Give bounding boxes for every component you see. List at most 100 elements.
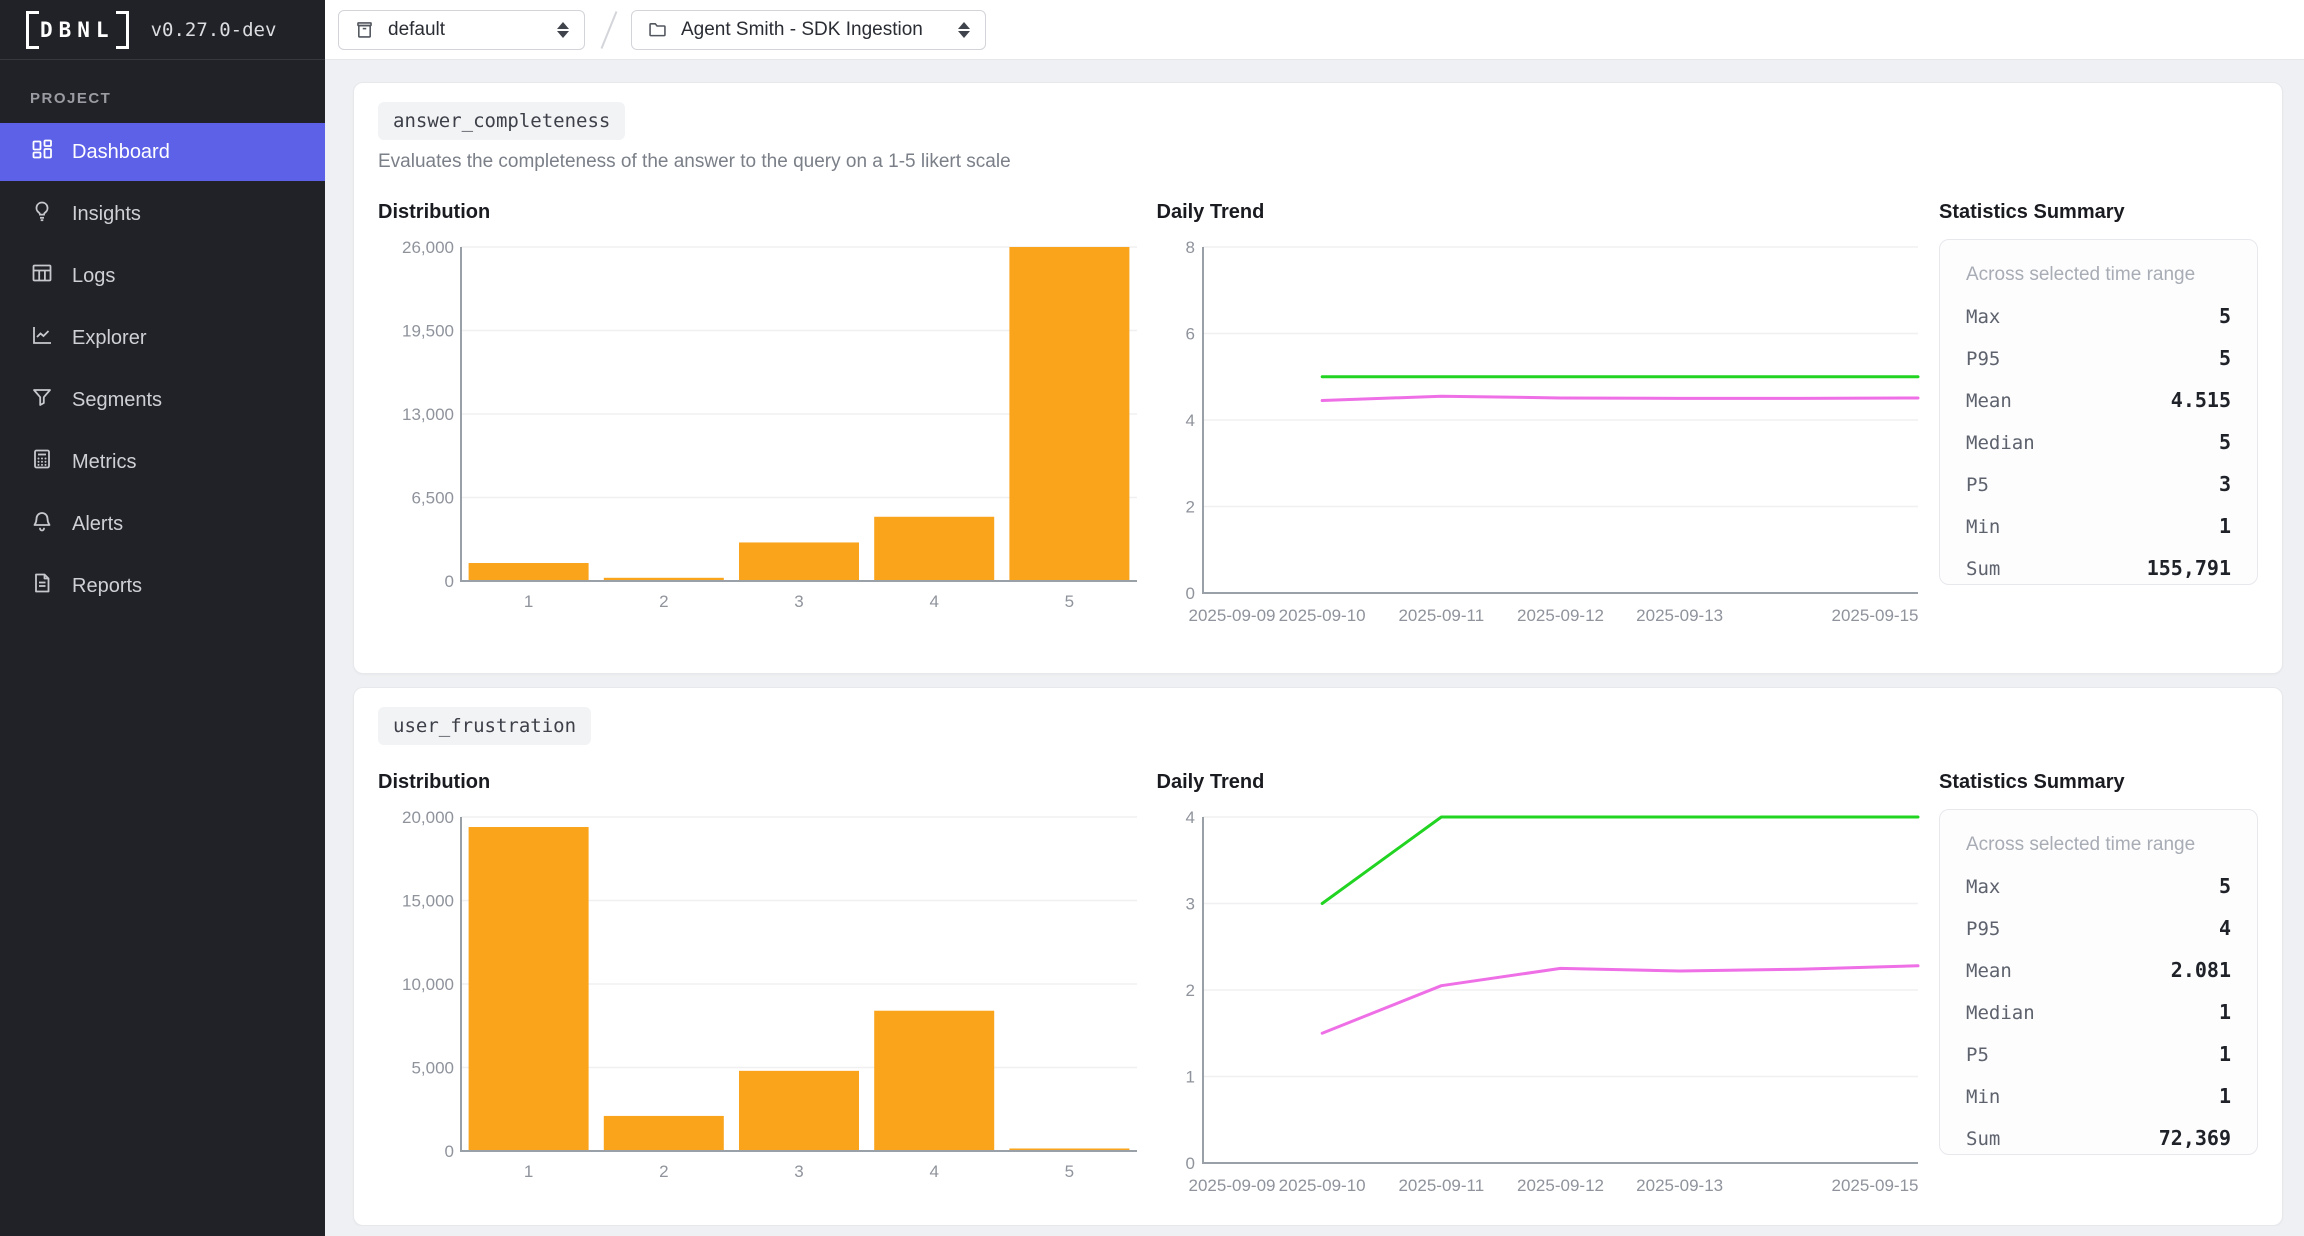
stat-label: Median (1966, 432, 2035, 454)
archive-box-icon (354, 19, 375, 40)
stat-label: P95 (1966, 918, 2000, 940)
stat-value: 3 (2219, 472, 2231, 496)
topbar: default Agent Smith - SDK Ingestion (325, 0, 2304, 60)
stats-summary-title: Statistics Summary (1939, 201, 2258, 224)
svg-text:2025-09-10: 2025-09-10 (1278, 606, 1365, 625)
stat-value: 4 (2219, 916, 2231, 940)
sidebar-item-insights[interactable]: Insights (0, 185, 325, 243)
stats-summary-box: Across selected time range Max 5 P95 5 Mea… (1939, 239, 2258, 585)
metric-description: Evaluates the completeness of the answer… (378, 151, 2258, 173)
sidebar-item-explorer[interactable]: Explorer (0, 309, 325, 367)
daily-trend-chart: 012342025-09-092025-09-102025-09-112025-… (1157, 809, 1925, 1201)
project-select[interactable]: Agent Smith - SDK Ingestion (631, 10, 986, 50)
svg-text:2025-09-09: 2025-09-09 (1188, 606, 1275, 625)
sidebar-item-label: Segments (72, 389, 162, 412)
sidebar-item-label: Metrics (72, 451, 136, 474)
metric-card-answer-completeness: answer_completeness Evaluates the comple… (353, 82, 2283, 674)
stat-value: 1 (2219, 1084, 2231, 1108)
stat-row-mean: Mean 2.081 (1966, 958, 2231, 982)
lightbulb-icon (30, 199, 54, 229)
collection-select-value: default (388, 19, 530, 41)
stat-row-median: Median 5 (1966, 430, 2231, 454)
svg-text:15,000: 15,000 (402, 892, 454, 911)
stat-row-sum: Sum72,369 (1966, 1126, 2231, 1150)
sidebar-item-logs[interactable]: Logs (0, 247, 325, 305)
stat-value: 2.081 (2171, 958, 2231, 982)
stat-value: 155,791 (2147, 556, 2231, 580)
svg-text:10,000: 10,000 (402, 975, 454, 994)
svg-text:2025-09-12: 2025-09-12 (1517, 606, 1604, 625)
svg-text:2025-09-11: 2025-09-11 (1398, 1176, 1484, 1195)
svg-text:1: 1 (524, 592, 533, 611)
svg-text:4: 4 (1185, 411, 1194, 430)
svg-text:2: 2 (659, 592, 668, 611)
stat-value: 5 (2219, 304, 2231, 328)
stat-label: P5 (1966, 474, 1989, 496)
stat-label: Mean (1966, 960, 2012, 982)
stat-row-p95: P95 4 (1966, 916, 2231, 940)
stat-value: 5 (2219, 346, 2231, 370)
svg-text:2: 2 (1185, 498, 1194, 517)
svg-text:2025-09-15: 2025-09-15 (1831, 606, 1918, 625)
chart-line-icon (30, 323, 54, 353)
metric-name-pill: user_frustration (378, 707, 591, 745)
svg-text:2025-09-09: 2025-09-09 (1188, 1176, 1275, 1195)
svg-text:6: 6 (1185, 325, 1194, 344)
sidebar-item-label: Logs (72, 265, 115, 288)
stat-row-p95: P95 5 (1966, 346, 2231, 370)
select-stepper-icon (958, 22, 970, 38)
sidebar-item-alerts[interactable]: Alerts (0, 495, 325, 553)
svg-text:2025-09-11: 2025-09-11 (1398, 606, 1484, 625)
bell-icon (30, 509, 54, 539)
svg-text:3: 3 (794, 592, 803, 611)
svg-text:2025-09-12: 2025-09-12 (1517, 1176, 1604, 1195)
sidebar-header: DBNL v0.27.0-dev (0, 0, 325, 60)
stat-row-median: Median 1 (1966, 1000, 2231, 1024)
folder-icon (647, 19, 668, 40)
svg-text:4: 4 (929, 1162, 938, 1181)
collection-select[interactable]: default (338, 10, 585, 50)
stat-row-p5: P5 3 (1966, 472, 2231, 496)
svg-text:3: 3 (1185, 895, 1194, 914)
dashboard-content: answer_completeness Evaluates the comple… (325, 60, 2304, 1226)
stat-label: Mean (1966, 390, 2012, 412)
stats-summary-title: Statistics Summary (1939, 771, 2258, 794)
stat-label: Max (1966, 306, 2000, 328)
stat-value: 1 (2219, 514, 2231, 538)
svg-text:8: 8 (1185, 239, 1194, 257)
stat-label: Median (1966, 1002, 2035, 1024)
stat-value: 1 (2219, 1000, 2231, 1024)
svg-text:2025-09-15: 2025-09-15 (1831, 1176, 1918, 1195)
daily-trend-chart: 0 2 4 6 8 2025-09-092025-09-10 2025-09-11 2025-… (1157, 239, 1925, 631)
svg-text:2: 2 (1185, 981, 1194, 1000)
stats-subtitle: Across selected time range (1966, 264, 2231, 286)
stat-row-max: Max 5 (1966, 304, 2231, 328)
sidebar-item-reports[interactable]: Reports (0, 557, 325, 615)
stat-value: 5 (2219, 430, 2231, 454)
distribution-chart: 05,00010,00015,00020,00012345 (378, 809, 1142, 1194)
select-stepper-icon (557, 22, 569, 38)
svg-text:20,000: 20,000 (402, 809, 454, 827)
svg-text:0: 0 (1185, 1154, 1194, 1173)
stats-subtitle: Across selected time range (1966, 834, 2231, 856)
stat-label: P95 (1966, 348, 2000, 370)
sidebar-item-dashboard[interactable]: Dashboard (0, 123, 325, 181)
sidebar-item-metrics[interactable]: Metrics (0, 433, 325, 491)
svg-text:6,500: 6,500 (411, 489, 454, 508)
daily-trend-title: Daily Trend (1157, 201, 1925, 224)
sidebar-section-label: PROJECT (0, 60, 325, 123)
svg-text:2025-09-13: 2025-09-13 (1636, 1176, 1723, 1195)
stat-row-sum: Sum155,791 (1966, 556, 2231, 580)
stat-row-max: Max5 (1966, 874, 2231, 898)
svg-text:1: 1 (524, 1162, 533, 1181)
svg-text:5,000: 5,000 (411, 1059, 454, 1078)
calculator-icon (30, 447, 54, 477)
distribution-title: Distribution (378, 201, 1142, 224)
sidebar-item-segments[interactable]: Segments (0, 371, 325, 429)
svg-text:5: 5 (1065, 592, 1074, 611)
distribution-chart: 06,50013,00019,50026,00012345 (378, 239, 1142, 624)
document-icon (30, 571, 54, 601)
stat-row-min: Min1 (1966, 514, 2231, 538)
svg-text:2025-09-10: 2025-09-10 (1278, 1176, 1365, 1195)
svg-text:0: 0 (1185, 584, 1194, 603)
